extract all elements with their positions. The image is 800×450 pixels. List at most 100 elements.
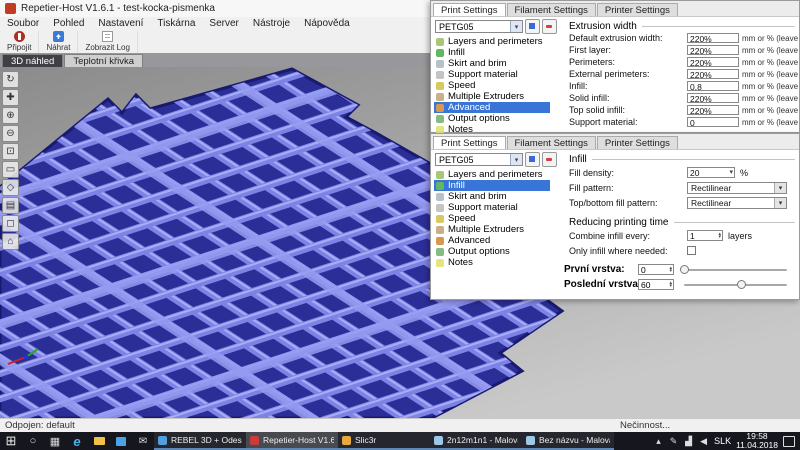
menu-item[interactable]: Tiskárna: [150, 17, 202, 30]
save-preset-button[interactable]: [525, 152, 540, 167]
setting-row: Default extrusion width: 220% mm or % (l…: [561, 32, 799, 44]
settings-section-item[interactable]: Multiple Extruders: [434, 224, 561, 235]
settings-section-item[interactable]: Skirt and brim: [434, 58, 561, 69]
menu-item[interactable]: Nástroje: [246, 17, 297, 30]
print-settings-window-bottom: Print SettingsFilament SettingsPrinter S…: [430, 133, 800, 300]
view-tab[interactable]: 3D náhled: [2, 54, 63, 67]
value-input[interactable]: 220%: [687, 45, 739, 55]
settings-section-item[interactable]: Output options: [434, 113, 561, 124]
settings-section-item[interactable]: Multiple Extruders: [434, 91, 561, 102]
menu-item[interactable]: Pohled: [46, 17, 91, 30]
slider-thumb[interactable]: [737, 280, 746, 289]
first-layer-slider[interactable]: [684, 265, 787, 275]
settings-tab[interactable]: Filament Settings: [507, 136, 596, 149]
top-bottom-pattern-select[interactable]: Rectilinear: [687, 197, 787, 209]
value-input[interactable]: 0.8: [687, 81, 739, 91]
toolbar-button[interactable]: Náhrat: [39, 31, 78, 53]
settings-section-item[interactable]: Advanced: [434, 102, 550, 113]
log-icon: [102, 31, 113, 42]
speed-icon: [436, 215, 444, 223]
search-icon[interactable]: [22, 432, 44, 450]
mail-icon[interactable]: [132, 432, 154, 450]
settings-tab[interactable]: Print Settings: [433, 3, 506, 16]
zoom-out-icon[interactable]: ⊖: [2, 125, 19, 142]
zoom-in-icon[interactable]: ⊕: [2, 107, 19, 124]
fit-objects-icon[interactable]: ⊡: [2, 143, 19, 160]
taskbar-app-button[interactable]: Slic3r: [338, 432, 430, 450]
slider-thumb[interactable]: [680, 265, 689, 274]
speed-icon: [436, 82, 444, 90]
start-icon[interactable]: [0, 432, 22, 450]
only-infill-checkbox[interactable]: [687, 246, 696, 255]
menu-item[interactable]: Nastavení: [91, 17, 150, 30]
settings-section-item[interactable]: Support material: [434, 202, 561, 213]
toolbar-button[interactable]: Připojit: [0, 31, 39, 53]
taskbar-app-button[interactable]: Repetier-Host V1.6...: [246, 432, 338, 450]
combine-infill-row: Combine infill every: 1 layers: [561, 228, 799, 243]
value-input[interactable]: 220%: [687, 57, 739, 67]
fill-pattern-select[interactable]: Rectilinear: [687, 182, 787, 194]
language-indicator[interactable]: SLK: [714, 436, 731, 446]
value-input[interactable]: 220%: [687, 93, 739, 103]
preset-select[interactable]: PETG05: [435, 20, 523, 33]
toolbar-button[interactable]: Zobrazit Log: [78, 31, 137, 53]
value-input[interactable]: 220%: [687, 33, 739, 43]
home-view-icon[interactable]: ⌂: [2, 233, 19, 250]
action-center-icon[interactable]: [783, 436, 795, 447]
setting-row: Infill: 0.8 mm or % (leave 0 for default…: [561, 80, 799, 92]
value-input[interactable]: 0: [687, 117, 739, 127]
store-icon[interactable]: [110, 432, 132, 450]
settings-section-item[interactable]: Layers and perimeters: [434, 169, 561, 180]
pen-icon[interactable]: ✎: [668, 436, 679, 447]
value-input[interactable]: 220%: [687, 105, 739, 115]
clock[interactable]: 19:58 11.04.2018: [736, 432, 778, 450]
explorer-icon[interactable]: [88, 432, 110, 450]
tray-expand-icon[interactable]: ▴: [653, 436, 664, 447]
chevron-down-icon: [510, 21, 522, 32]
menu-item[interactable]: Nápověda: [297, 17, 357, 30]
view-tab[interactable]: Teplotní křivka: [64, 54, 143, 67]
preset-select[interactable]: PETG05: [435, 153, 523, 166]
settings-section-item[interactable]: Infill: [434, 180, 550, 191]
delete-preset-button[interactable]: [542, 152, 557, 167]
taskbar-app-button[interactable]: Bez názvu - Malová...: [522, 432, 614, 450]
settings-tab[interactable]: Print Settings: [433, 136, 506, 149]
setting-row: External perimeters: 220% mm or % (leave…: [561, 68, 799, 80]
settings-section-item[interactable]: Infill: [434, 47, 561, 58]
first-layer-stepper[interactable]: 0: [638, 264, 674, 275]
settings-section-item[interactable]: Notes: [434, 257, 561, 268]
menu-item[interactable]: Soubor: [0, 17, 46, 30]
taskview-icon[interactable]: [44, 432, 66, 450]
settings-tab[interactable]: Printer Settings: [597, 136, 678, 149]
network-icon[interactable]: ▟: [683, 436, 694, 447]
volume-icon[interactable]: ◀: [698, 436, 709, 447]
last-layer-stepper[interactable]: 60: [638, 279, 674, 290]
combine-infill-stepper[interactable]: 1: [687, 230, 723, 241]
load-icon: [53, 31, 64, 42]
delete-preset-button[interactable]: [542, 19, 557, 34]
settings-section-item[interactable]: Output options: [434, 246, 561, 257]
side-view-icon[interactable]: ◻: [2, 215, 19, 232]
taskbar-app-button[interactable]: 2n12m1n1 - Malova...: [430, 432, 522, 450]
taskbar-app-button[interactable]: REBEL 3D + Odeslat...: [154, 432, 246, 450]
iso-view-icon[interactable]: ◇: [2, 179, 19, 196]
rotate-view-icon[interactable]: ↻: [2, 71, 19, 88]
move-view-icon[interactable]: ✚: [2, 89, 19, 106]
settings-section-item[interactable]: Support material: [434, 69, 561, 80]
settings-section-item[interactable]: Skirt and brim: [434, 191, 561, 202]
fill-density-combo[interactable]: 20: [687, 167, 735, 178]
settings-tabbar: Print SettingsFilament SettingsPrinter S…: [431, 134, 799, 150]
top-view-icon[interactable]: ▤: [2, 197, 19, 214]
settings-tab[interactable]: Printer Settings: [597, 3, 678, 16]
menu-item[interactable]: Server: [202, 17, 245, 30]
settings-tab[interactable]: Filament Settings: [507, 3, 596, 16]
front-view-icon[interactable]: ▭: [2, 161, 19, 178]
settings-section-item[interactable]: Speed: [434, 213, 561, 224]
settings-section-item[interactable]: Advanced: [434, 235, 561, 246]
last-layer-slider[interactable]: [684, 280, 787, 290]
edge-icon[interactable]: [66, 432, 88, 450]
settings-section-item[interactable]: Layers and perimeters: [434, 36, 561, 47]
settings-section-item[interactable]: Speed: [434, 80, 561, 91]
save-preset-button[interactable]: [525, 19, 540, 34]
value-input[interactable]: 220%: [687, 69, 739, 79]
